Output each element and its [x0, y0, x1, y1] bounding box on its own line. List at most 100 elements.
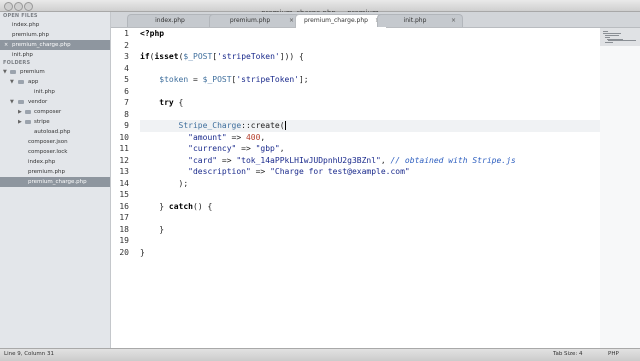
close-window-icon[interactable]: [4, 2, 13, 11]
minimap-line: [603, 33, 621, 34]
variable-token: $token: [159, 75, 189, 84]
tree-file-composer-json[interactable]: composer.json: [0, 137, 110, 147]
tab-init[interactable]: init.php ×: [377, 14, 463, 27]
minimap-line: [603, 31, 608, 32]
folder-icon: [10, 70, 16, 74]
tab-size-selector[interactable]: Tab Size: 4: [553, 349, 582, 360]
zoom-window-icon[interactable]: [24, 2, 33, 11]
disclosure-collapsed-icon[interactable]: ▶: [18, 117, 22, 127]
open-file-label: premium.php: [12, 32, 49, 38]
code-line-5: $token = $_POST['stripeToken'];: [140, 74, 309, 86]
array-key: "amount": [188, 132, 227, 142]
tab-label: premium.php: [229, 17, 271, 24]
array-key: "card": [188, 155, 218, 165]
tree-folder-stripe[interactable]: ▶ stripe: [0, 117, 110, 127]
code-area[interactable]: <?php if(isset($_POST['stripeToken'])) {…: [140, 28, 600, 348]
string-literal: "gbp": [255, 144, 280, 153]
tree-file-autoload[interactable]: autoload.php: [0, 127, 110, 137]
number-literal: 400: [245, 132, 261, 142]
punct: ];: [298, 75, 309, 84]
folder-icon: [25, 110, 31, 114]
title-bar: premium_charge.php — premium: [0, 0, 640, 17]
string-literal: "tok_14aPPkLHIwJUDpnhU2g3BZnl": [236, 155, 381, 165]
keyword-if: if: [140, 52, 150, 61]
tree-label: autoload.php: [34, 129, 71, 135]
punct: );: [178, 178, 189, 188]
code-line-13: "description" => "Charge for test@exampl…: [140, 166, 410, 178]
tree-folder-premium[interactable]: ▼ premium: [0, 67, 110, 77]
punct: {: [173, 98, 184, 107]
php-open-tag: <?php: [140, 29, 165, 38]
tree-file-premium[interactable]: premium.php: [0, 167, 110, 177]
variable-post: $_POST: [202, 75, 232, 84]
line-number: 2: [124, 40, 129, 50]
line-number: 3: [124, 52, 129, 61]
tree-label: premium: [20, 69, 45, 75]
folder-icon: [25, 120, 31, 124]
tree-label: index.php: [28, 159, 56, 165]
syntax-selector[interactable]: PHP: [608, 349, 619, 360]
keyword-try: try: [159, 98, 174, 107]
tab-label: premium_charge.php: [304, 17, 368, 24]
tree-folder-composer[interactable]: ▶ composer: [0, 107, 110, 117]
tree-label: vendor: [28, 99, 48, 105]
folders-header: FOLDERS: [3, 60, 31, 66]
disclosure-collapsed-icon[interactable]: ▶: [18, 107, 22, 117]
tab-premium[interactable]: premium.php ×: [209, 14, 301, 27]
code-comment: // obtained with Stripe.js: [390, 155, 516, 165]
string-literal: "Charge for test@example.com": [270, 167, 410, 176]
open-file-premium[interactable]: premium.php: [0, 30, 110, 40]
sidebar: OPEN FILES index.php premium.php × premi…: [0, 12, 111, 348]
line-number: 7: [124, 98, 129, 107]
code-line-9: Stripe_Charge::create(: [140, 120, 286, 132]
folder-icon: [18, 80, 24, 84]
editor-window: premium_charge.php — premium OPEN FILES …: [0, 0, 640, 361]
tree-label: composer.json: [28, 139, 68, 145]
open-file-init[interactable]: init.php: [0, 50, 110, 60]
tree-label: init.php: [34, 89, 55, 95]
line-number: 19: [119, 236, 129, 245]
tree-folder-app[interactable]: ▼ app: [0, 77, 110, 87]
method-name: create: [250, 121, 280, 130]
punct: =>: [217, 155, 237, 165]
disclosure-expanded-icon[interactable]: ▼: [10, 77, 14, 87]
minimap[interactable]: [600, 28, 640, 348]
tree-label: premium_charge.php: [28, 179, 87, 185]
tree-file-composer-lock[interactable]: composer.lock: [0, 147, 110, 157]
disclosure-expanded-icon[interactable]: ▼: [10, 97, 14, 107]
open-file-label: init.php: [12, 52, 33, 58]
minimap-line: [605, 37, 610, 38]
tree-file-premium-charge[interactable]: premium_charge.php: [0, 177, 110, 187]
open-file-premium-charge[interactable]: × premium_charge.php: [0, 40, 110, 50]
close-icon[interactable]: ×: [4, 40, 8, 50]
tab-label: init.php: [403, 17, 427, 24]
tree-file-init[interactable]: init.php: [0, 87, 110, 97]
close-icon[interactable]: ×: [289, 15, 294, 27]
array-key: "description": [188, 167, 251, 176]
line-number: 17: [119, 213, 129, 222]
code-editor[interactable]: 1 2 3 4 5 6 7 8 9 10 11 12 13 14 15 16 17 18 19 20 <?php if…: [111, 28, 600, 348]
tab-premium-charge[interactable]: premium_charge.php ×: [295, 14, 387, 28]
line-number: 6: [124, 86, 129, 96]
line-number: 16: [119, 201, 129, 211]
open-file-index[interactable]: index.php: [0, 20, 110, 30]
line-number: 18: [119, 224, 129, 234]
class-name: Stripe_Charge: [178, 121, 242, 130]
line-number: 12: [119, 155, 129, 165]
punct: ,: [279, 144, 285, 153]
disclosure-expanded-icon[interactable]: ▼: [3, 67, 7, 77]
string-literal: 'stripeToken': [236, 75, 299, 84]
minimap-line: [605, 42, 613, 43]
text-cursor: [284, 121, 286, 130]
minimize-window-icon[interactable]: [14, 2, 23, 11]
line-number: 9: [124, 121, 129, 130]
tree-folder-vendor[interactable]: ▼ vendor: [0, 97, 110, 107]
open-file-label: index.php: [12, 22, 40, 28]
tab-label: index.php: [155, 17, 185, 24]
code-line-11: "currency" => "gbp",: [140, 143, 285, 155]
folder-icon: [18, 100, 24, 104]
tree-file-index[interactable]: index.php: [0, 157, 110, 167]
punct: ])) {: [279, 52, 304, 61]
close-icon[interactable]: ×: [451, 15, 456, 27]
line-number: 13: [119, 167, 129, 176]
